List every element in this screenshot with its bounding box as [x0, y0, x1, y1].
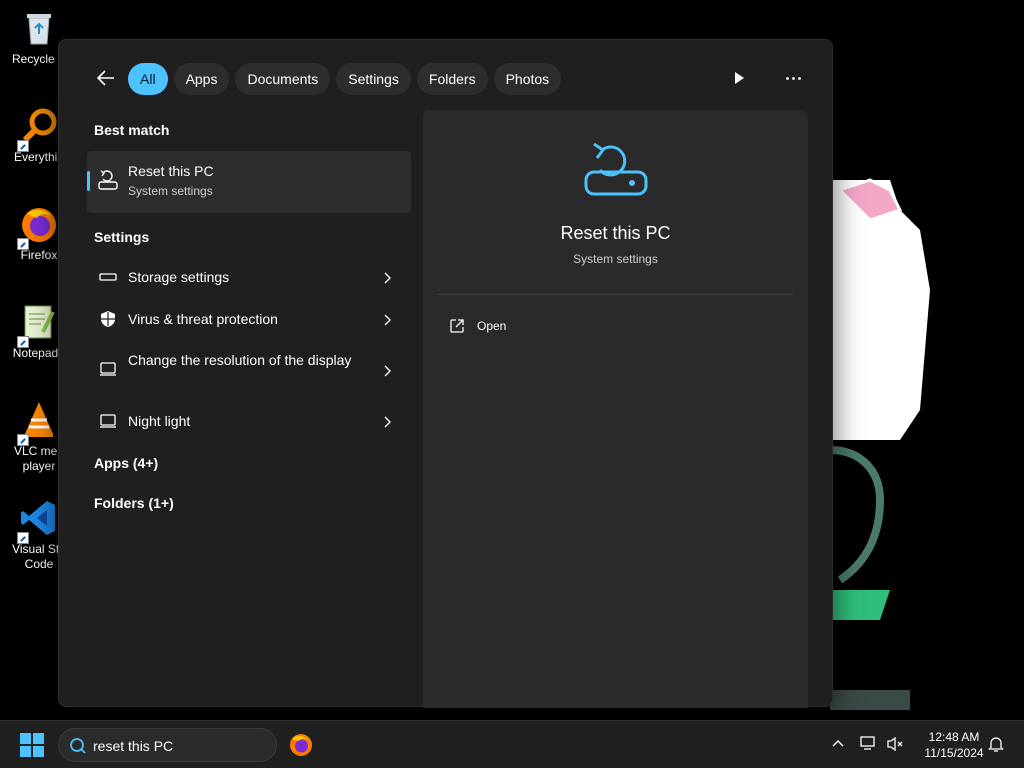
volume-muted-icon: [887, 736, 903, 752]
show-hidden-icons-button[interactable]: [830, 735, 846, 756]
settings-item-virus-protection[interactable]: Virus & threat protection: [87, 304, 411, 334]
reset-pc-icon: [580, 138, 652, 200]
bell-icon: [988, 737, 1004, 752]
chevron-up-icon: [832, 739, 844, 747]
dot: [785, 76, 789, 80]
start-button[interactable]: [20, 733, 44, 757]
vscode-icon: [17, 498, 59, 544]
more-options-button[interactable]: [781, 68, 805, 88]
chevron-right-icon: [381, 313, 393, 326]
windows-logo-icon: [33, 746, 44, 757]
chevron-right-icon: [381, 364, 393, 377]
divider: [437, 294, 793, 295]
selection-indicator: [87, 171, 90, 191]
clock-date: 11/15/2024: [924, 746, 984, 760]
windows-logo-icon: [20, 733, 31, 744]
notepad-plus-plus-icon: [17, 302, 59, 348]
network-status-button[interactable]: [860, 735, 880, 758]
preview-title: Reset this PC: [560, 223, 671, 243]
chevron-right-icon: [381, 415, 393, 428]
shortcut-arrow-icon: [17, 336, 29, 348]
tab-folders[interactable]: Folders: [416, 63, 488, 95]
display-icon: [99, 412, 117, 430]
shortcut-arrow-icon: [17, 238, 29, 250]
shortcut-arrow-icon: [17, 532, 29, 544]
settings-heading: Settings: [94, 229, 150, 245]
chevron-right-icon: [381, 271, 393, 284]
result-preview-pane: Reset this PC System settings Open: [423, 110, 808, 708]
volume-button[interactable]: [886, 735, 904, 758]
play-icon: [735, 72, 744, 84]
best-match-heading: Best match: [94, 122, 170, 138]
best-match-subtitle: System settings: [128, 184, 213, 198]
tab-all[interactable]: All: [128, 63, 168, 95]
search-panel: All Apps Documents Settings Folders Phot…: [58, 39, 833, 708]
tab-documents[interactable]: Documents: [235, 63, 331, 95]
settings-item-label: Change the resolution of the display: [128, 352, 352, 368]
settings-item-night-light[interactable]: Night light: [87, 406, 411, 436]
display-icon: [99, 360, 117, 378]
shortcut-arrow-icon: [17, 434, 29, 446]
best-match-item[interactable]: Reset this PC System settings: [87, 151, 411, 213]
vlc-icon: [17, 400, 59, 446]
arrow-left-icon: [97, 70, 114, 86]
windows-logo-icon: [33, 733, 44, 744]
open-action[interactable]: Open: [449, 316, 506, 336]
notifications-button[interactable]: [988, 735, 1004, 758]
everything-search-icon: [17, 106, 59, 152]
shortcut-arrow-icon: [17, 140, 29, 152]
settings-item-label: Virus & threat protection: [128, 311, 278, 327]
filter-tabs: All Apps Documents Settings Folders Phot…: [128, 63, 562, 95]
tab-settings[interactable]: Settings: [336, 63, 411, 95]
taskbar: 12:48 AM 11/15/2024: [0, 720, 1024, 768]
search-filter-bar: All Apps Documents Settings Folders Phot…: [59, 40, 832, 116]
settings-item-storage[interactable]: Storage settings: [87, 262, 411, 292]
settings-item-label: Night light: [128, 413, 191, 429]
tab-photos[interactable]: Photos: [493, 63, 562, 95]
settings-item-label: Storage settings: [128, 269, 230, 285]
wallpaper-artwork: [829, 170, 950, 730]
taskbar-search-box[interactable]: [58, 728, 277, 762]
search-input[interactable]: [93, 735, 263, 757]
tab-apps[interactable]: Apps: [173, 63, 230, 95]
more-filters-button[interactable]: [729, 68, 749, 88]
dot: [797, 76, 801, 80]
firefox-icon: [17, 204, 59, 250]
reset-pc-icon: [97, 169, 119, 191]
storage-icon: [99, 268, 117, 286]
windows-logo-icon: [20, 746, 31, 757]
back-button[interactable]: [95, 67, 117, 89]
folders-heading[interactable]: Folders (1+): [94, 495, 174, 511]
system-clock[interactable]: 12:48 AM 11/15/2024: [914, 729, 994, 761]
recycle-bin-icon: [19, 8, 59, 48]
open-label: Open: [477, 319, 507, 333]
best-match-title: Reset this PC: [128, 163, 214, 179]
settings-item-display-resolution[interactable]: Change the resolution of the display: [87, 346, 411, 392]
firefox-icon: [290, 734, 312, 756]
preview-subtitle: System settings: [573, 252, 658, 266]
network-icon: [860, 736, 875, 750]
open-external-icon: [450, 319, 464, 333]
clock-time: 12:48 AM: [928, 730, 980, 744]
search-icon: [69, 737, 87, 755]
dot: [791, 76, 795, 80]
shield-icon: [99, 310, 117, 328]
taskbar-firefox[interactable]: [288, 732, 314, 758]
apps-heading[interactable]: Apps (4+): [94, 455, 158, 471]
